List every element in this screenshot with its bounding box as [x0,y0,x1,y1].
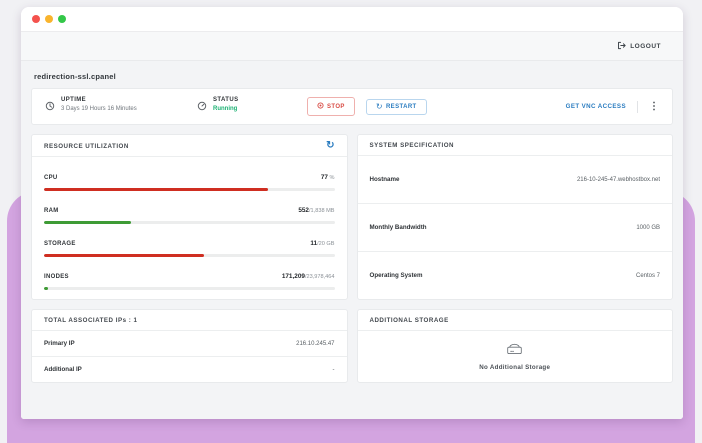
stop-label: STOP [327,104,345,110]
status-block: STATUS Running [197,97,307,116]
meter-cpu: CPU 77 % [44,158,335,191]
ip-label: Primary IP [44,340,75,347]
window-close-button[interactable] [32,15,40,23]
meter-used: 171,209 [282,273,305,280]
browser-window: LOGOUT redirection-ssl.cpanel UPTIME 3 D… [21,7,683,419]
top-grid: RESOURCE UTILIZATION ↻ CPU 77 % RAM [31,134,673,300]
spec-label: Operating System [370,272,423,279]
storage-drive-icon [506,342,523,360]
additional-storage-header: ADDITIONAL STORAGE [358,310,673,331]
window-minimize-button[interactable] [45,15,53,23]
ip-value: - [333,367,335,373]
additional-storage-empty-text: No Additional Storage [479,364,550,371]
window-maximize-button[interactable] [58,15,66,23]
ip-row-primary: Primary IP 216.10.245.47 [32,331,347,357]
resource-utilization-card: RESOURCE UTILIZATION ↻ CPU 77 % RAM [31,134,348,300]
stop-button[interactable]: STOP [307,97,355,116]
spec-row-os: Operating System Centos 7 [358,252,673,299]
uptime-label: UPTIME [61,97,137,103]
additional-storage-body: No Additional Storage [358,331,673,382]
spec-row-bandwidth: Monthly Bandwidth 1000 GB [358,204,673,252]
window-titlebar [21,7,683,32]
refresh-icon[interactable]: ↻ [326,142,334,150]
stop-icon [317,102,324,111]
get-vnc-access-link[interactable]: GET VNC ACCESS [566,103,626,110]
ip-label: Additional IP [44,366,82,373]
meter-total: /23,978,464 [305,274,335,280]
associated-ips-header: TOTAL ASSOCIATED IPs : 1 [32,310,347,331]
restart-icon: ↻ [376,104,383,110]
ip-rows: Primary IP 216.10.245.47 Additional IP - [32,331,347,382]
server-status-card: UPTIME 3 Days 19 Hours 16 Minutes STATUS… [31,88,673,125]
page-title: redirection-ssl.cpanel [34,72,673,81]
meter-label: STORAGE [44,241,76,247]
logout-button[interactable]: LOGOUT [617,41,661,52]
spec-value: Centos 7 [636,273,660,279]
meter-label: RAM [44,208,59,214]
uptime-block: UPTIME 3 Days 19 Hours 16 Minutes [45,97,197,116]
restart-button[interactable]: ↻ RESTART [366,99,427,115]
system-specification-header: SYSTEM SPECIFICATION [358,135,673,156]
meter-total: /1,838 MB [309,208,335,214]
restart-label: RESTART [386,104,417,110]
spec-value: 1000 GB [636,225,660,231]
resource-utilization-title: RESOURCE UTILIZATION [44,143,129,150]
meter-label: INODES [44,274,69,280]
kebab-menu-icon[interactable]: ⋮ [649,102,659,112]
additional-storage-title: ADDITIONAL STORAGE [370,317,449,324]
progress-fill [44,287,48,290]
bottom-grid: TOTAL ASSOCIATED IPs : 1 Primary IP 216.… [31,309,673,383]
uptime-value: 3 Days 19 Hours 16 Minutes [61,106,137,112]
meter-total: % [328,175,335,181]
status-label: STATUS [213,97,239,103]
spec-label: Hostname [370,176,400,183]
spec-row-hostname: Hostname 216-10-245-47.webhostbox.net [358,156,673,204]
meter-used: 77 [321,174,328,181]
meters-list: CPU 77 % RAM 552/1,838 MB [32,157,347,299]
main-content: redirection-ssl.cpanel UPTIME 3 Days 19 … [21,61,683,419]
meter-total: /20 GB [317,241,334,247]
meter-storage: STORAGE 11/20 GB [44,224,335,257]
logout-icon [617,41,626,52]
system-specification-title: SYSTEM SPECIFICATION [370,142,455,149]
meter-inodes: INODES 171,209/23,978,464 [44,257,335,290]
logout-label: LOGOUT [630,43,661,50]
associated-ips-title: TOTAL ASSOCIATED IPs : 1 [44,317,137,324]
spec-rows: Hostname 216-10-245-47.webhostbox.net Mo… [358,156,673,299]
status-value: Running [213,106,239,112]
resource-utilization-header: RESOURCE UTILIZATION ↻ [32,135,347,157]
ip-row-additional: Additional IP - [32,357,347,382]
additional-storage-card: ADDITIONAL STORAGE No Additional Storage [357,309,674,383]
ip-value: 216.10.245.47 [296,341,334,347]
uptime-clock-icon [45,98,55,116]
spec-value: 216-10-245-47.webhostbox.net [577,177,660,183]
system-specification-card: SYSTEM SPECIFICATION Hostname 216-10-245… [357,134,674,300]
status-gauge-icon [197,98,207,116]
vertical-divider [637,101,638,113]
associated-ips-card: TOTAL ASSOCIATED IPs : 1 Primary IP 216.… [31,309,348,383]
meter-label: CPU [44,175,58,181]
progress-track [44,287,335,290]
meter-ram: RAM 552/1,838 MB [44,191,335,224]
app-header: LOGOUT [21,32,683,61]
spec-label: Monthly Bandwidth [370,224,427,231]
meter-used: 552 [298,207,309,214]
